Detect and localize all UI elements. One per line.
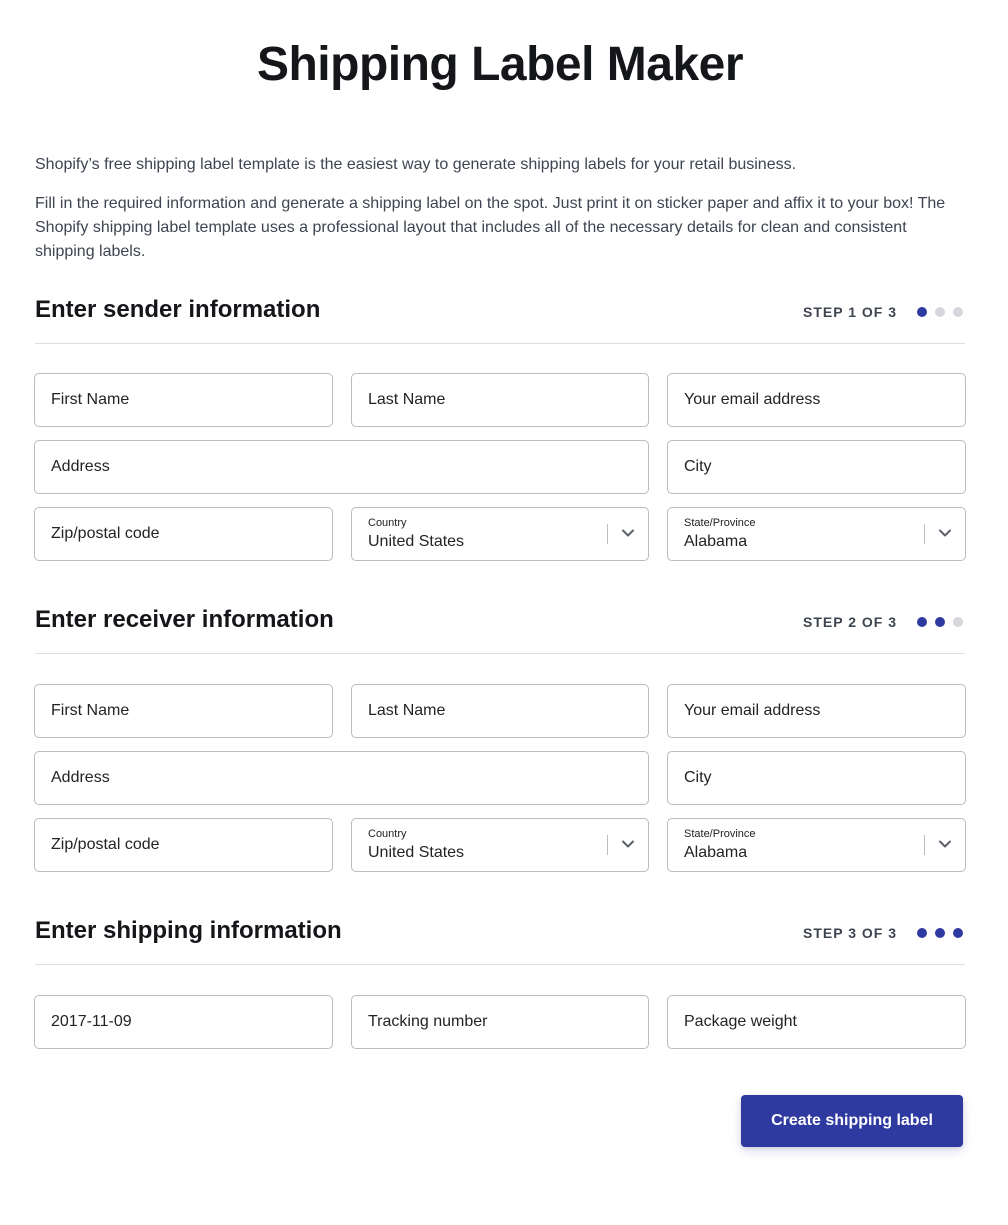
receiver-country-select[interactable]: Country United States (351, 818, 649, 872)
step-dot-3 (953, 307, 963, 317)
sender-first-name-input[interactable] (35, 374, 332, 426)
intro-paragraph-1: Shopify’s free shipping label template i… (35, 156, 797, 173)
sender-email-input[interactable] (668, 374, 965, 426)
state-value: Alabama (684, 533, 748, 550)
select-divider (924, 835, 925, 855)
state-value: Alabama (684, 844, 748, 861)
country-label: Country (368, 828, 407, 840)
sender-zip-field[interactable] (34, 507, 333, 561)
step-dot-1 (917, 617, 927, 627)
receiver-email-input[interactable] (668, 685, 965, 737)
intro-paragraph-2: Fill in the required information and gen… (35, 195, 946, 260)
sender-zip-input[interactable] (35, 508, 332, 560)
shipping-section-title: Enter shipping information (35, 917, 342, 944)
receiver-address-field[interactable] (34, 751, 649, 805)
chevron-down-icon[interactable] (935, 523, 955, 543)
receiver-step-indicator: STEP 2 OF 3 (803, 614, 963, 630)
receiver-first-name-input[interactable] (35, 685, 332, 737)
sender-city-input[interactable] (668, 441, 965, 493)
page-title: Shipping Label Maker (256, 38, 744, 91)
package-weight-input[interactable] (668, 996, 965, 1048)
country-value: United States (368, 844, 465, 861)
tracking-number-field[interactable] (351, 995, 649, 1049)
receiver-section-header: Enter receiver information STEP 2 OF 3 (35, 604, 965, 654)
receiver-state-select[interactable]: State/Province Alabama (667, 818, 966, 872)
step-label: STEP 1 OF 3 (803, 304, 897, 320)
step-dot-1 (917, 928, 927, 938)
sender-last-name-field[interactable] (351, 373, 649, 427)
sender-last-name-input[interactable] (352, 374, 648, 426)
sender-state-select[interactable]: State/Province Alabama (667, 507, 966, 561)
receiver-city-field[interactable] (667, 751, 966, 805)
step-dot-2 (935, 617, 945, 627)
receiver-last-name-field[interactable] (351, 684, 649, 738)
shipping-date-input[interactable] (35, 996, 332, 1048)
chevron-down-icon[interactable] (618, 834, 638, 854)
country-value: United States (368, 533, 465, 550)
shipping-step-indicator: STEP 3 OF 3 (803, 925, 963, 941)
tracking-number-input[interactable] (352, 996, 648, 1048)
receiver-city-input[interactable] (668, 752, 965, 804)
receiver-address-input[interactable] (35, 752, 648, 804)
shipping-date-field[interactable] (34, 995, 333, 1049)
sender-step-indicator: STEP 1 OF 3 (803, 304, 963, 320)
receiver-first-name-field[interactable] (34, 684, 333, 738)
package-weight-field[interactable] (667, 995, 966, 1049)
receiver-last-name-input[interactable] (352, 685, 648, 737)
chevron-down-icon[interactable] (618, 523, 638, 543)
step-dot-1 (917, 307, 927, 317)
sender-email-field[interactable] (667, 373, 966, 427)
step-label: STEP 3 OF 3 (803, 925, 897, 941)
step-dot-3 (953, 617, 963, 627)
sender-first-name-field[interactable] (34, 373, 333, 427)
receiver-zip-input[interactable] (35, 819, 332, 871)
step-dot-2 (935, 928, 945, 938)
receiver-zip-field[interactable] (34, 818, 333, 872)
shipping-section-header: Enter shipping information STEP 3 OF 3 (35, 915, 965, 965)
sender-section-title: Enter sender information (35, 296, 321, 323)
state-label: State/Province (684, 517, 756, 529)
sender-section-header: Enter sender information STEP 1 OF 3 (35, 294, 965, 344)
sender-address-field[interactable] (34, 440, 649, 494)
sender-country-select[interactable]: Country United States (351, 507, 649, 561)
select-divider (924, 524, 925, 544)
create-shipping-label-button[interactable]: Create shipping label (741, 1095, 963, 1147)
receiver-section-title: Enter receiver information (35, 606, 334, 633)
state-label: State/Province (684, 828, 756, 840)
select-divider (607, 524, 608, 544)
step-dot-2 (935, 307, 945, 317)
sender-city-field[interactable] (667, 440, 966, 494)
step-dot-3 (953, 928, 963, 938)
country-label: Country (368, 517, 407, 529)
step-label: STEP 2 OF 3 (803, 614, 897, 630)
chevron-down-icon[interactable] (935, 834, 955, 854)
receiver-email-field[interactable] (667, 684, 966, 738)
select-divider (607, 835, 608, 855)
sender-address-input[interactable] (35, 441, 648, 493)
